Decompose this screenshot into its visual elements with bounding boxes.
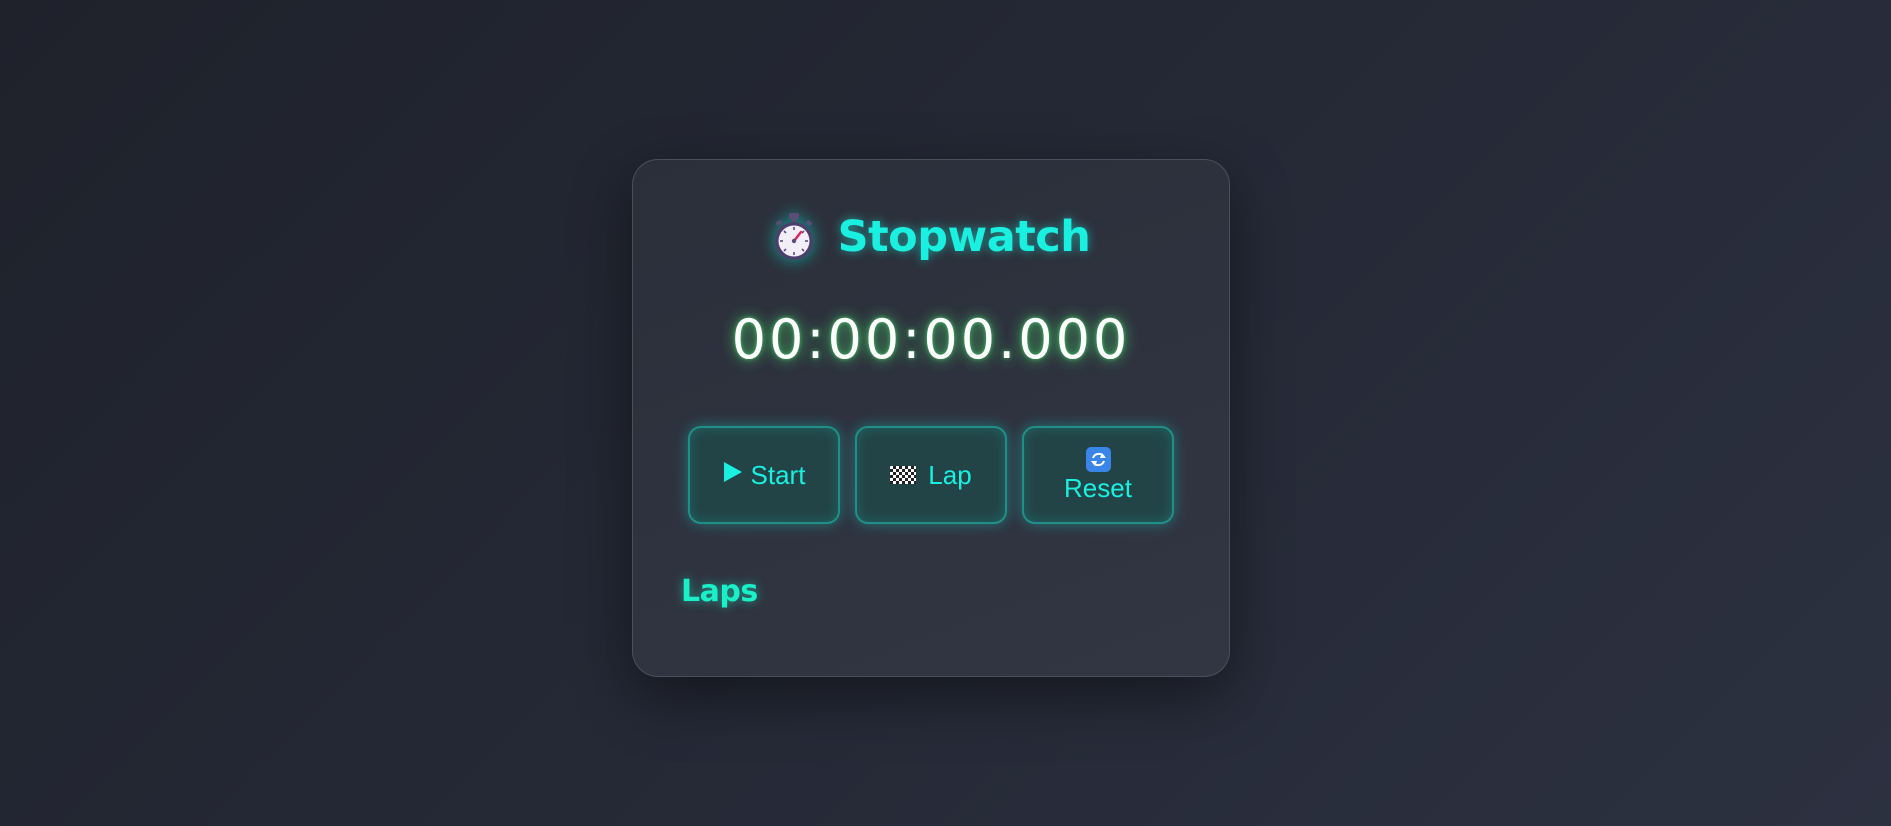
start-button-label: Start <box>750 459 806 490</box>
play-icon <box>723 461 743 490</box>
lap-button-label: Lap <box>928 459 972 490</box>
header: Stopwatch <box>633 212 1229 262</box>
stopwatch-card: Stopwatch 00:00:00.000 Start Lap Reset L… <box>632 159 1230 677</box>
checkered-flag-icon <box>890 466 917 484</box>
app-title: Stopwatch <box>837 212 1091 262</box>
laps-heading: Laps <box>681 574 758 609</box>
stopwatch-icon <box>772 212 816 262</box>
reset-button[interactable]: Reset <box>1022 426 1174 524</box>
laps-list <box>681 622 1181 652</box>
reset-button-label: Reset <box>1064 472 1132 503</box>
lap-button[interactable]: Lap <box>855 426 1007 524</box>
refresh-icon <box>1085 446 1111 472</box>
start-button[interactable]: Start <box>688 426 840 524</box>
time-display: 00:00:00.000 <box>731 308 1131 371</box>
